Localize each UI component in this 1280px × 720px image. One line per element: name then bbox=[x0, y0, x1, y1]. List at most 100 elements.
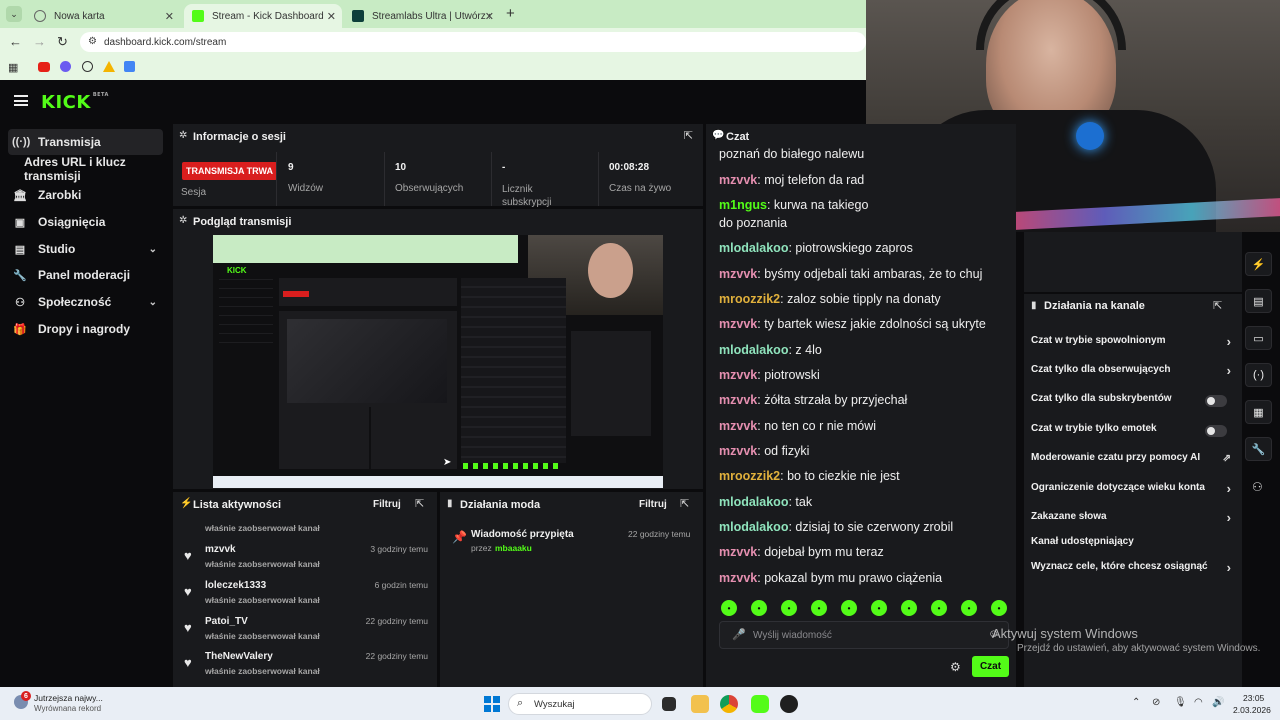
news-widget-title[interactable]: Jutrzejsza najwy... bbox=[34, 693, 103, 703]
taskbar-search[interactable]: ⌕ Wyszukaj bbox=[508, 693, 652, 715]
chat-username[interactable]: mroozzik2 bbox=[719, 292, 780, 306]
tray-mic-icon[interactable]: 🎙 bbox=[1174, 697, 1187, 708]
rail-chat-button[interactable]: ▭ bbox=[1245, 326, 1272, 350]
youtube-bookmark-icon[interactable] bbox=[38, 62, 50, 72]
kick-app-icon[interactable] bbox=[751, 695, 769, 713]
channel-action-hosting[interactable]: Kanał udostępniający bbox=[1031, 536, 1231, 552]
taskbar-date[interactable]: 2.03.2026 bbox=[1233, 705, 1271, 715]
chat-username[interactable]: mzvvk bbox=[719, 173, 757, 187]
apps-grid-icon[interactable]: ▦ bbox=[8, 61, 18, 74]
chat-username[interactable]: mlodalakoo bbox=[719, 241, 788, 255]
browser-tab-streamlabs[interactable]: Streamlabs Ultra | Utwórz subsk ✕ bbox=[344, 4, 500, 28]
obs-icon[interactable] bbox=[780, 695, 798, 713]
emote-icon[interactable]: • bbox=[901, 600, 917, 616]
emote-icon[interactable]: • bbox=[751, 600, 767, 616]
chat-username[interactable]: mroozzik2 bbox=[719, 469, 780, 483]
channel-action-ai-moderation[interactable]: Moderowanie czatu przy pomocy AI ⇗ bbox=[1031, 452, 1231, 468]
emote-icon[interactable]: • bbox=[721, 600, 737, 616]
sidebar-item-transmisja[interactable]: ((·)) Transmisja bbox=[8, 129, 163, 155]
popout-icon[interactable]: ⇱ bbox=[1213, 299, 1222, 312]
channel-action-goals[interactable]: Wyznacz cele, które chcesz osiągnąć › bbox=[1031, 560, 1231, 577]
channel-action-followers-only[interactable]: Czat tylko dla obserwujących › bbox=[1031, 363, 1231, 380]
sidebar-item-studio[interactable]: ▤ Studio ⌄ bbox=[8, 236, 163, 262]
task-view-icon[interactable] bbox=[662, 697, 676, 711]
chat-username[interactable]: mzvvk bbox=[719, 545, 757, 559]
url-input[interactable]: ⚙ dashboard.kick.com/stream bbox=[80, 32, 866, 52]
taskbar-time[interactable]: 23:05 bbox=[1243, 693, 1264, 703]
filter-button[interactable]: Filtruj bbox=[639, 499, 667, 510]
drive-bookmark-icon[interactable] bbox=[103, 61, 115, 72]
emote-icon[interactable]: • bbox=[841, 600, 857, 616]
back-arrow-icon[interactable]: ← bbox=[9, 34, 22, 49]
chrome-icon[interactable] bbox=[720, 695, 738, 713]
emote-icon[interactable]: • bbox=[991, 600, 1007, 616]
tray-volume-icon[interactable]: 🔊 bbox=[1212, 697, 1224, 708]
close-tab-icon[interactable]: ✕ bbox=[327, 10, 336, 23]
chat-username[interactable]: mzvvk bbox=[719, 571, 757, 585]
whatsapp-bookmark-icon[interactable] bbox=[82, 61, 93, 72]
emote-icon[interactable]: • bbox=[871, 600, 887, 616]
rail-studio-button[interactable]: ▦ bbox=[1245, 400, 1272, 424]
reload-icon[interactable]: ↻ bbox=[57, 34, 68, 50]
channel-action-emote-only[interactable]: Czat w trybie tylko emotek bbox=[1031, 423, 1231, 439]
emote-icon[interactable]: • bbox=[961, 600, 977, 616]
sidebar-item-dropy[interactable]: 🎁 Dropy i nagrody bbox=[8, 316, 163, 342]
kick-logo[interactable]: KICK BETA bbox=[41, 92, 109, 113]
chat-username[interactable]: mzvvk bbox=[719, 368, 757, 382]
rail-community-icon[interactable]: ⚇ bbox=[1252, 480, 1263, 494]
chat-username[interactable]: mzvvk bbox=[719, 419, 757, 433]
rail-wrench-button[interactable]: 🔧 bbox=[1245, 437, 1272, 461]
rail-document-button[interactable]: ▤ bbox=[1245, 289, 1272, 313]
rail-bolt-button[interactable]: ⚡ bbox=[1245, 252, 1272, 276]
close-tab-icon[interactable]: ✕ bbox=[165, 10, 174, 23]
channel-action-slow-mode[interactable]: Czat w trybie spowolnionym › bbox=[1031, 334, 1231, 351]
chat-settings-icon[interactable]: ⚙ bbox=[950, 660, 961, 674]
popout-icon[interactable]: ⇱ bbox=[415, 497, 424, 510]
activity-user[interactable]: TheNewValery bbox=[205, 651, 273, 662]
stream-preview-video[interactable]: KICK ➤ bbox=[213, 235, 663, 488]
subscribers-only-toggle[interactable] bbox=[1205, 395, 1227, 407]
browser-tab-new[interactable]: Nowa karta ✕ bbox=[26, 4, 180, 28]
site-info-icon[interactable]: ⚙ bbox=[88, 36, 97, 47]
chat-username[interactable]: mzvvk bbox=[719, 267, 757, 281]
channel-action-subscribers-only[interactable]: Czat tylko dla subskrybentów bbox=[1031, 393, 1231, 409]
windows-start-icon[interactable] bbox=[484, 696, 500, 712]
tray-wifi-icon[interactable]: ◠ bbox=[1194, 697, 1203, 708]
emote-icon[interactable]: • bbox=[931, 600, 947, 616]
emote-icon[interactable]: • bbox=[781, 600, 797, 616]
tab-list-dropdown-icon[interactable]: ⌄ bbox=[6, 6, 22, 22]
filter-button[interactable]: Filtruj bbox=[373, 499, 401, 510]
activity-user[interactable]: loleczek1333 bbox=[205, 580, 266, 591]
send-chat-button[interactable]: Czat bbox=[972, 656, 1009, 677]
popout-icon[interactable]: ⇱ bbox=[680, 497, 689, 510]
chat-username[interactable]: m1ngus bbox=[719, 198, 767, 212]
popout-icon[interactable]: ⇱ bbox=[684, 129, 693, 142]
close-tab-icon[interactable]: ✕ bbox=[485, 10, 494, 23]
chat-username[interactable]: mzvvk bbox=[719, 444, 757, 458]
channel-action-banned-words[interactable]: Zakazane słowa › bbox=[1031, 510, 1231, 527]
sidebar-item-zarobki[interactable]: 🏛 Zarobki bbox=[8, 182, 163, 208]
forward-arrow-icon[interactable]: → bbox=[33, 34, 46, 49]
tray-network-off-icon[interactable]: ⊘ bbox=[1152, 697, 1160, 708]
chat-input[interactable]: 🎤 Wyślij wiadomość ☺ bbox=[719, 621, 1009, 649]
activity-user[interactable]: mzvvk bbox=[205, 544, 236, 555]
hamburger-menu-icon[interactable] bbox=[14, 95, 28, 106]
chat-username[interactable]: mlodalakoo bbox=[719, 343, 788, 357]
emote-only-toggle[interactable] bbox=[1205, 425, 1227, 437]
mod-action-user[interactable]: mbaaaku bbox=[495, 543, 532, 553]
sidebar-item-panel-moderacji[interactable]: 🔧 Panel moderacji bbox=[8, 262, 163, 288]
sidebar-item-spolecznosc[interactable]: ⚇ Społeczność ⌄ bbox=[8, 289, 163, 315]
file-explorer-icon[interactable] bbox=[691, 695, 709, 713]
emote-icon[interactable]: • bbox=[811, 600, 827, 616]
chat-username[interactable]: mlodalakoo bbox=[719, 520, 788, 534]
chat-username[interactable]: mzvvk bbox=[719, 393, 757, 407]
browser-tab-kick[interactable]: Stream - Kick Dashboard ✕ bbox=[184, 4, 342, 28]
sidebar-item-osiagniecia[interactable]: ▣ Osiągnięcia bbox=[8, 209, 163, 235]
new-tab-button[interactable]: + bbox=[506, 5, 515, 22]
chat-username[interactable]: mzvvk bbox=[719, 317, 757, 331]
mic-icon[interactable]: 🎤 bbox=[732, 628, 746, 641]
sidebar-item-stream-key[interactable]: Adres URL i klucz transmisji bbox=[20, 155, 172, 183]
calendar-bookmark-icon[interactable] bbox=[124, 61, 135, 72]
chat-username[interactable]: mlodalakoo bbox=[719, 495, 788, 509]
messenger-bookmark-icon[interactable] bbox=[60, 61, 71, 72]
